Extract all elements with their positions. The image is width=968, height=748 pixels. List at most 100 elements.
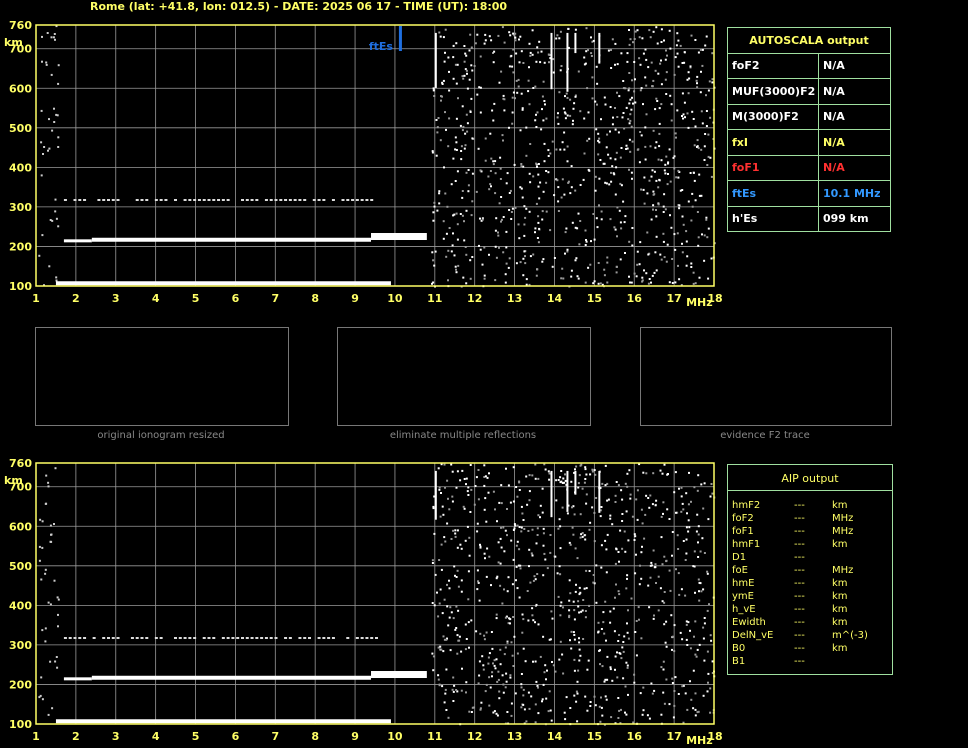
es-multiple-trace [63, 239, 92, 243]
autoscala-value: N/A [818, 154, 891, 181]
aip-unit: MHz [832, 565, 854, 576]
x-tick-label: 6 [232, 730, 240, 743]
y-tick-label: 100 [9, 718, 32, 731]
ftes-label: ftEs [369, 40, 394, 53]
aip-value: --- [794, 565, 805, 576]
noise-texture [38, 25, 716, 288]
aip-value: --- [794, 578, 805, 589]
thumbnail-caption: evidence F2 trace [720, 430, 810, 441]
aip-name: B1 [732, 656, 746, 667]
x-tick-label: 8 [311, 730, 319, 743]
aip-name: h_vE [732, 604, 756, 615]
y-tick-label: 760 [9, 19, 32, 32]
aip-row: Ewidth --- km [732, 616, 882, 629]
x-tick-label: 5 [192, 292, 200, 305]
aip-unit: km [832, 539, 848, 550]
autoscala-value: 10.1 MHz [818, 180, 891, 207]
aip-row: DelN_vE --- m^(-3) [732, 629, 882, 642]
aip-unit: MHz [832, 513, 854, 524]
y-tick-label: 760 [9, 457, 32, 470]
y-tick-label: 300 [9, 639, 32, 652]
es-trace [55, 719, 391, 724]
aip-name: hmE [732, 578, 755, 589]
x-tick-label: 17 [666, 292, 681, 305]
y-axis-label: km [4, 36, 23, 49]
x-tick-label: 11 [427, 730, 442, 743]
aip-value: --- [794, 539, 805, 550]
x-tick-label: 13 [507, 730, 522, 743]
x-tick-label: 12 [467, 730, 482, 743]
y-tick-label: 400 [9, 161, 32, 174]
thumbnail-caption: original ionogram resized [97, 430, 225, 441]
aip-name: DelN_vE [732, 630, 774, 641]
aip-unit: km [832, 604, 848, 615]
x-tick-label: 3 [112, 730, 120, 743]
x-axis-label: MHz [686, 734, 713, 747]
aip-unit: km [832, 617, 848, 628]
x-tick-label: 14 [547, 292, 563, 305]
aip-row: B1 --- [732, 655, 882, 668]
aip-value: --- [794, 630, 805, 641]
x-tick-label: 1 [32, 292, 40, 305]
x-tick-label: 8 [311, 292, 319, 305]
es-multiple-trace [63, 677, 92, 681]
aip-row: foF1 --- MHz [732, 525, 882, 538]
thumbnail-caption: eliminate multiple reflections [389, 430, 537, 441]
aip-name: D1 [732, 552, 747, 563]
y-tick-label: 600 [9, 520, 32, 533]
autoscala-value: N/A [818, 52, 891, 79]
aip-name: foF1 [732, 526, 754, 537]
aip-value: --- [794, 656, 805, 667]
autoscala-table: AUTOSCALA output foF2 N/A MUF(3000)F2 N/A … [727, 27, 891, 232]
y-tick-label: 600 [9, 82, 32, 95]
autoscala-value: N/A [818, 129, 891, 156]
x-tick-label: 17 [666, 730, 681, 743]
aip-value: --- [794, 604, 805, 615]
es-multiple-trace [91, 675, 372, 680]
aip-name: foF2 [732, 513, 754, 524]
ionogram-chart: 1 2 3 4 5 6 7 8 9 10 11 12 13 14 15 16 17 18MHz1002003004… [4, 19, 723, 309]
aip-unit: km [832, 643, 848, 654]
x-tick-label: 7 [271, 292, 279, 305]
aip-row: hmF2 --- km [732, 499, 882, 512]
x-tick-label: 9 [351, 292, 359, 305]
aip-row: D1 --- [732, 551, 882, 564]
aip-name: ymE [732, 591, 754, 602]
x-tick-label: 10 [387, 292, 403, 305]
y-tick-label: 200 [9, 240, 32, 253]
aip-row: hmF1 --- km [732, 538, 882, 551]
autoscala-label: h'Es [727, 205, 819, 232]
y-tick-label: 100 [9, 280, 32, 293]
ftes-marker [398, 26, 402, 51]
x-tick-label: 11 [427, 292, 442, 305]
x-tick-label: 15 [587, 730, 602, 743]
autoscala-value: N/A [818, 103, 891, 130]
noise-texture [38, 463, 716, 726]
autoscala-value: N/A [818, 78, 891, 105]
aip-unit: km [832, 500, 848, 511]
ionogram-chart: 1 2 3 4 5 6 7 8 9 10 11 12 13 14 15 16 17 18MHz1002003004… [4, 457, 723, 747]
aip-row: hmE --- km [732, 577, 882, 590]
thumbnail-no-multiples [337, 327, 591, 426]
aip-name: hmF2 [732, 500, 761, 511]
x-tick-label: 1 [32, 730, 40, 743]
aip-value: --- [794, 643, 805, 654]
y-tick-label: 300 [9, 201, 32, 214]
es-trace [55, 281, 391, 286]
autoscala-label: foF2 [727, 52, 819, 79]
es-multiple-trace [371, 233, 427, 241]
aip-row: B0 --- km [732, 642, 882, 655]
aip-value: --- [794, 591, 805, 602]
autoscala-title: AUTOSCALA output [727, 27, 891, 54]
es-multiple-trace [91, 237, 372, 242]
aip-row: foF2 --- MHz [732, 512, 882, 525]
aip-value: --- [794, 617, 805, 628]
thumbnail-original [35, 327, 289, 426]
y-tick-label: 200 [9, 678, 32, 691]
autoscala-label: fxI [727, 129, 819, 156]
aip-value: --- [794, 526, 805, 537]
x-tick-label: 13 [507, 292, 522, 305]
aip-unit: km [832, 591, 848, 602]
y-axis-label: km [4, 474, 23, 487]
x-tick-label: 6 [232, 292, 240, 305]
